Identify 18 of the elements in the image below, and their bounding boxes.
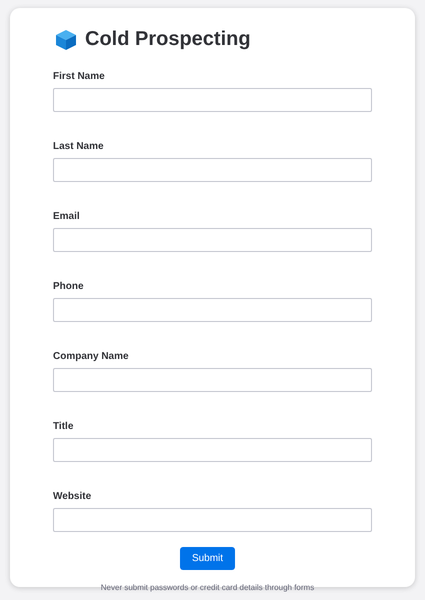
- notice-text: Never submit passwords or credit card details through forms: [100, 583, 314, 592]
- cube-icon: [55, 28, 77, 50]
- input-field[interactable]: [53, 368, 372, 392]
- input-field[interactable]: [53, 438, 372, 462]
- submit-button[interactable]: Submit: [180, 547, 236, 570]
- field-label: Company Name: [53, 351, 130, 362]
- input-field[interactable]: [53, 88, 372, 112]
- field-label: Last Name: [53, 141, 105, 152]
- input-field[interactable]: [53, 508, 372, 532]
- form-title: Cold Prospecting: [85, 28, 251, 51]
- field-label: Email: [53, 211, 81, 222]
- input-field[interactable]: [53, 228, 372, 252]
- field-label: Title: [53, 421, 74, 432]
- input-field[interactable]: [53, 298, 372, 322]
- field-label: First Name: [53, 71, 106, 82]
- input-field[interactable]: [53, 158, 372, 182]
- field-label: Phone: [53, 281, 85, 292]
- field-label: Website: [53, 491, 92, 502]
